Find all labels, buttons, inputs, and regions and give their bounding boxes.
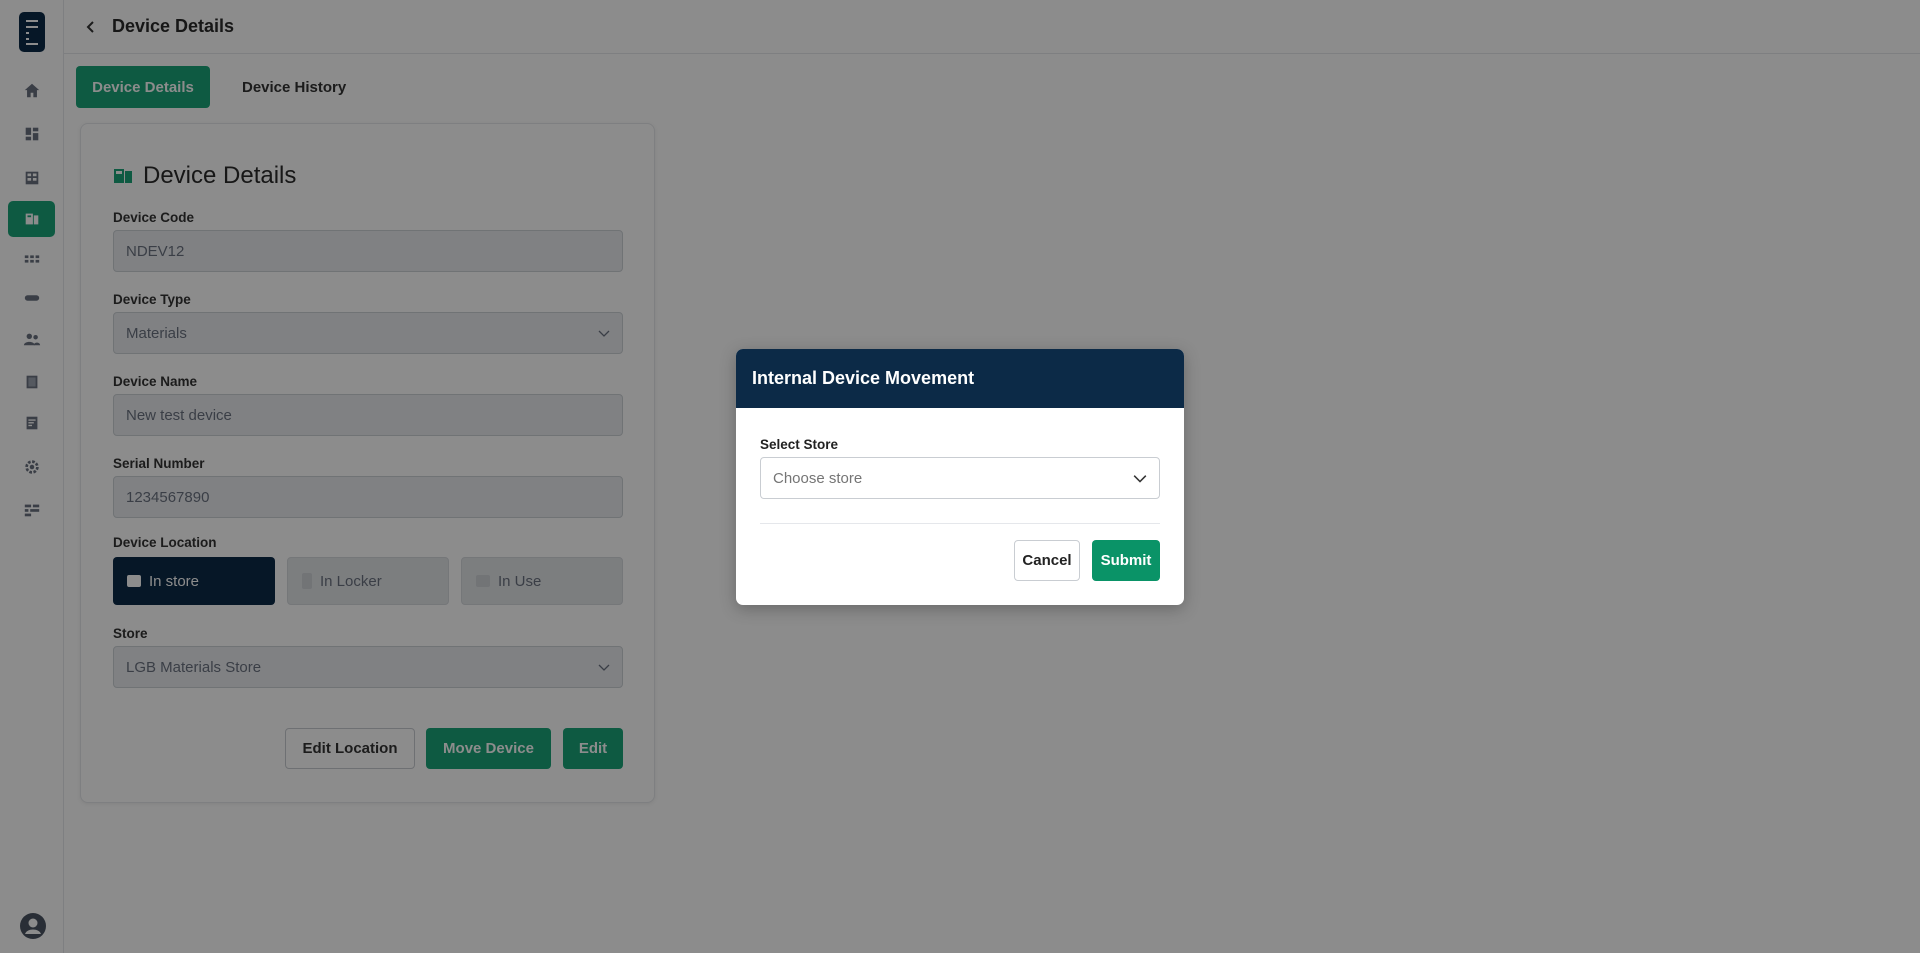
store-dropdown-placeholder: Choose store (773, 469, 863, 487)
modal-divider (760, 523, 1160, 524)
modal-title: Internal Device Movement (736, 349, 1184, 408)
submit-button[interactable]: Submit (1092, 540, 1160, 581)
chevron-down-icon (1133, 475, 1147, 483)
store-dropdown[interactable]: Choose store (760, 457, 1160, 499)
internal-device-movement-modal: Internal Device Movement Select Store Ch… (736, 349, 1184, 605)
select-store-label: Select Store (760, 437, 839, 452)
cancel-button[interactable]: Cancel (1014, 540, 1080, 581)
